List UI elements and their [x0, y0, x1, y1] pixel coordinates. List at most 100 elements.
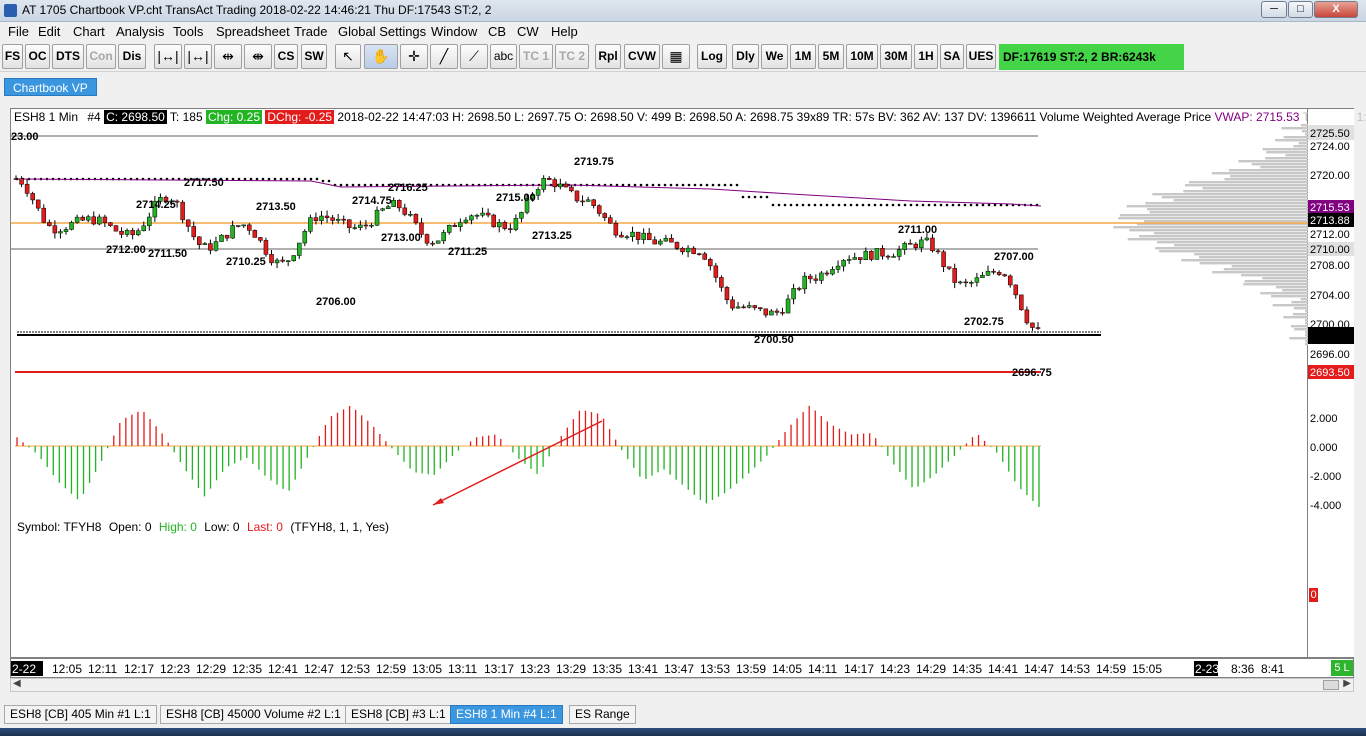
rpl-button[interactable]: Rpl — [595, 44, 621, 69]
maximize-button[interactable]: □ — [1288, 1, 1313, 18]
price-axis[interactable]: 2725.50 2724.00 2720.00 2715.53 2713.88 … — [1308, 108, 1354, 658]
candle-down — [1013, 284, 1019, 296]
volume-profile-bar — [1262, 148, 1309, 151]
price-chart[interactable]: 23.00 2717.50 2714.25 2712.00 2711.50 27… — [11, 109, 1309, 659]
tab-esh8-405min[interactable]: ESH8 [CB] 405 Min #1 L:1 — [4, 705, 157, 724]
candle-up — [957, 281, 963, 284]
cvw-button[interactable]: CVW — [624, 44, 660, 69]
tab-esh8-1min[interactable]: ESH8 1 Min #4 L:1 — [450, 705, 563, 724]
candle-down — [574, 190, 580, 202]
hand-icon[interactable]: ✋ — [364, 44, 398, 69]
5m-button[interactable]: 5M — [818, 44, 844, 69]
vwap-dot — [285, 177, 289, 181]
candle-down — [596, 205, 602, 214]
scroll-left-icon[interactable]: ◀ — [13, 678, 21, 689]
chart-label: 2713.00 — [381, 232, 421, 244]
menu-trade[interactable]: Trade — [294, 24, 327, 39]
chart-header: ESH8 1 Min #4 C: 2698.50 T: 185 Chg: 0.2… — [14, 110, 1366, 124]
vwap-dot — [261, 177, 265, 181]
expand-icon[interactable]: ⇼ — [244, 44, 272, 69]
candle-up — [863, 250, 869, 261]
horizontal-scrollbar[interactable]: ◀ ▶ — [10, 678, 1354, 692]
volume-profile-bar — [1113, 226, 1309, 229]
candle-down — [763, 308, 769, 316]
vwap-dot — [711, 183, 715, 187]
scroll-thumb[interactable] — [1323, 680, 1339, 690]
chart-label: 2700.50 — [754, 334, 794, 346]
ray-tool-icon[interactable]: ⟋ — [460, 44, 488, 69]
menu-global-settings[interactable]: Global Settings — [338, 24, 426, 39]
time-axis[interactable]: 2-22 12:05 12:11 12:17 12:23 12:29 12:35 12:41… — [10, 658, 1354, 678]
candle-down — [430, 242, 435, 245]
menu-chart[interactable]: Chart — [73, 24, 105, 39]
menu-analysis[interactable]: Analysis — [116, 24, 164, 39]
candle-up — [902, 243, 907, 250]
candle-up — [585, 199, 591, 202]
close-button[interactable]: X — [1314, 1, 1358, 18]
sa-button[interactable]: SA — [940, 44, 964, 69]
tab-esh8-3[interactable]: ESH8 [CB] #3 L:1 — [345, 705, 452, 724]
sw-button[interactable]: SW — [301, 44, 327, 69]
con-button[interactable]: Con — [86, 44, 116, 69]
candle-down — [780, 312, 785, 314]
1m-button[interactable]: 1M — [790, 44, 816, 69]
candle-up — [641, 232, 646, 240]
weekly-button[interactable]: We — [761, 44, 788, 69]
menu-cw[interactable]: CW — [517, 24, 539, 39]
compress-icon[interactable]: ⇹ — [214, 44, 242, 69]
chart-area[interactable]: 23.00 2717.50 2714.25 2712.00 2711.50 27… — [10, 108, 1309, 659]
menu-cb[interactable]: CB — [488, 24, 506, 39]
tab-chartbook-vp[interactable]: Chartbook VP — [4, 78, 97, 96]
cs-button[interactable]: CS — [274, 44, 298, 69]
tc2-button[interactable]: TC 2 — [555, 44, 589, 69]
candle-down — [674, 241, 680, 249]
line-tool-icon[interactable]: ╱ — [430, 44, 458, 69]
fs-button[interactable]: FS — [2, 44, 23, 69]
scale-badge[interactable]: 5 L — [1331, 660, 1353, 676]
menu-help[interactable]: Help — [551, 24, 578, 39]
menu-tools[interactable]: Tools — [173, 24, 203, 39]
volume-profile-bar — [1238, 160, 1309, 163]
dts-button[interactable]: DTS — [52, 44, 84, 69]
text-tool-button[interactable]: abc — [490, 44, 517, 69]
log-button[interactable]: Log — [697, 44, 727, 69]
minimize-button[interactable]: ─ — [1261, 1, 1287, 18]
ues-button[interactable]: UES — [966, 44, 996, 69]
vwap-dot — [681, 183, 685, 187]
tab-es-range[interactable]: ES Range — [569, 705, 636, 724]
daily-button[interactable]: Dly — [732, 44, 759, 69]
scroll-right-icon[interactable]: ▶ — [1343, 678, 1351, 689]
candle-down — [646, 232, 652, 241]
zoom-in-icon[interactable]: |↔| — [184, 44, 212, 69]
crosshair-icon[interactable]: ✛ — [400, 44, 428, 69]
candle-down — [680, 248, 685, 253]
volume-profile-bar — [1285, 154, 1309, 157]
1h-button[interactable]: 1H — [914, 44, 938, 69]
candle-up — [319, 215, 324, 221]
candle-up — [658, 240, 663, 245]
bottom-tab-bar: ESH8 [CB] 405 Min #1 L:1 ESH8 [CB] 45000… — [0, 703, 1366, 725]
candle-up — [408, 214, 413, 216]
tc1-button[interactable]: TC 1 — [519, 44, 553, 69]
zoom-out-icon[interactable]: |↔| — [154, 44, 182, 69]
annotation-arrow — [432, 420, 603, 506]
vwap-dot — [273, 177, 277, 181]
menu-edit[interactable]: Edit — [38, 24, 60, 39]
oc-button[interactable]: OC — [25, 44, 50, 69]
tab-esh8-45000-volume[interactable]: ESH8 [CB] 45000 Volume #2 L:1 — [160, 705, 347, 724]
10m-button[interactable]: 10M — [846, 44, 878, 69]
candle-up — [513, 218, 519, 230]
time-label: 12:41 — [268, 662, 298, 676]
menu-spreadsheet[interactable]: Spreadsheet — [216, 24, 290, 39]
volume-profile-bar — [1152, 193, 1309, 196]
menu-file[interactable]: File — [8, 24, 29, 39]
candle-up — [369, 224, 374, 227]
calendar-grid-icon[interactable]: ▦ — [662, 44, 690, 69]
candle-up — [830, 269, 835, 275]
pointer-icon[interactable]: ↖ — [335, 44, 361, 69]
candle-down — [669, 237, 674, 243]
vwap-dot — [903, 203, 907, 207]
menu-window[interactable]: Window — [431, 24, 477, 39]
dis-button[interactable]: Dis — [118, 44, 146, 69]
30m-button[interactable]: 30M — [880, 44, 912, 69]
